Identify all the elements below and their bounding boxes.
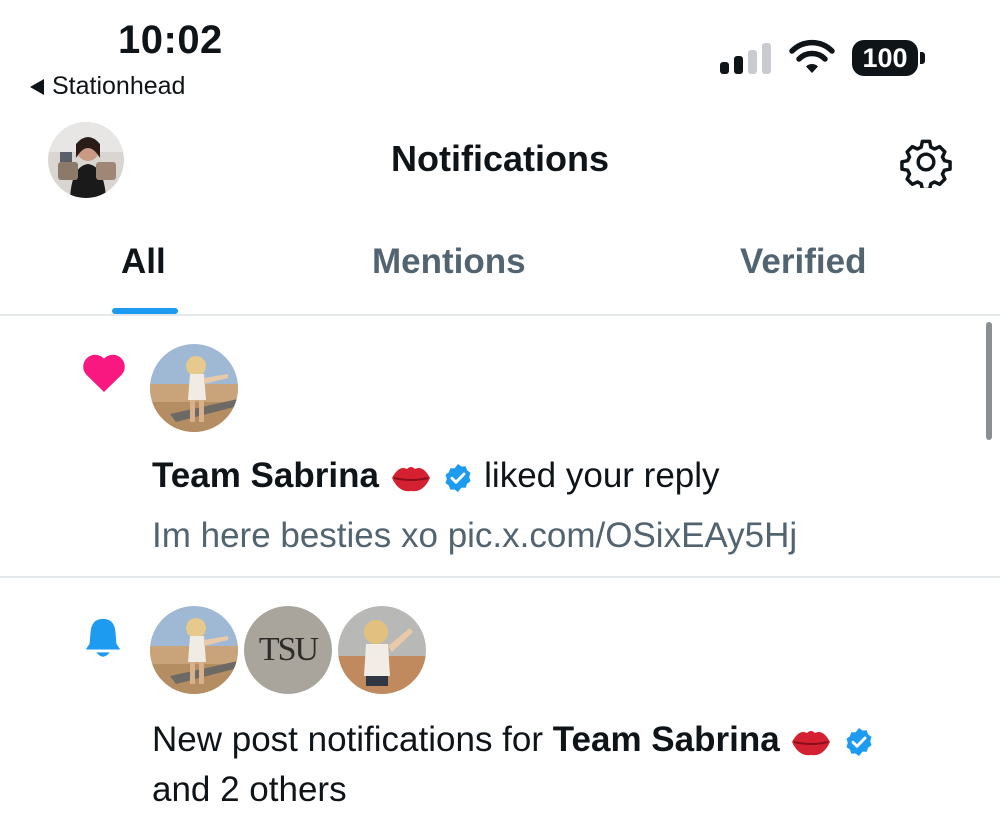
page-title: Notifications [390,138,609,179]
kiss-lips-icon [391,466,430,491]
notification-user-name[interactable]: Team Sabrina [553,720,780,759]
verified-badge-icon [846,727,872,756]
kiss-lips-icon [792,730,831,755]
notification-text: New post notifications for Team Sabrina [152,720,875,760]
back-to-app-link[interactable]: Stationhead [30,72,185,101]
team-sabrina-avatar[interactable] [150,344,238,432]
notification-action: liked your reply [484,456,720,495]
status-time: 10:02 [118,18,223,62]
scrollbar[interactable] [986,322,992,440]
notification-suffix: and 2 others [152,770,347,809]
wifi-icon [789,39,835,73]
notification-prefix: New post notifications for [152,720,544,759]
sabrina-photo-avatar[interactable] [338,606,426,694]
tsu-logo-text: TSU [258,631,319,668]
notification-text: Team Sabrina liked your reply [152,456,720,496]
notification-item-new-posts[interactable]: TSU New post notifications for Team Sabr… [0,580,1000,825]
back-triangle-icon [30,78,44,95]
battery-level: 100 [852,40,918,76]
bell-icon [85,618,121,657]
tab-mentions[interactable]: Mentions [372,242,526,282]
notification-user-name[interactable]: Team Sabrina [152,456,379,495]
battery-indicator: 100 [852,40,925,76]
tab-verified[interactable]: Verified [740,242,866,282]
notification-item-like[interactable]: Team Sabrina liked your reply Im here be… [0,318,1000,578]
verified-badge-icon [445,463,471,492]
back-app-label: Stationhead [52,72,186,100]
team-sabrina-avatar[interactable] [150,606,238,694]
tsu-avatar[interactable]: TSU [244,606,332,694]
heart-icon [83,354,125,392]
notification-post-preview[interactable]: Im here besties xo pic.x.com/OSixEAy5Hj [152,516,797,556]
notification-tabs: All Mentions Verified [0,224,1000,316]
tab-all[interactable]: All [121,242,166,282]
cellular-signal-icon [720,42,771,74]
active-tab-indicator [112,308,178,314]
settings-gear-icon[interactable] [900,136,952,188]
